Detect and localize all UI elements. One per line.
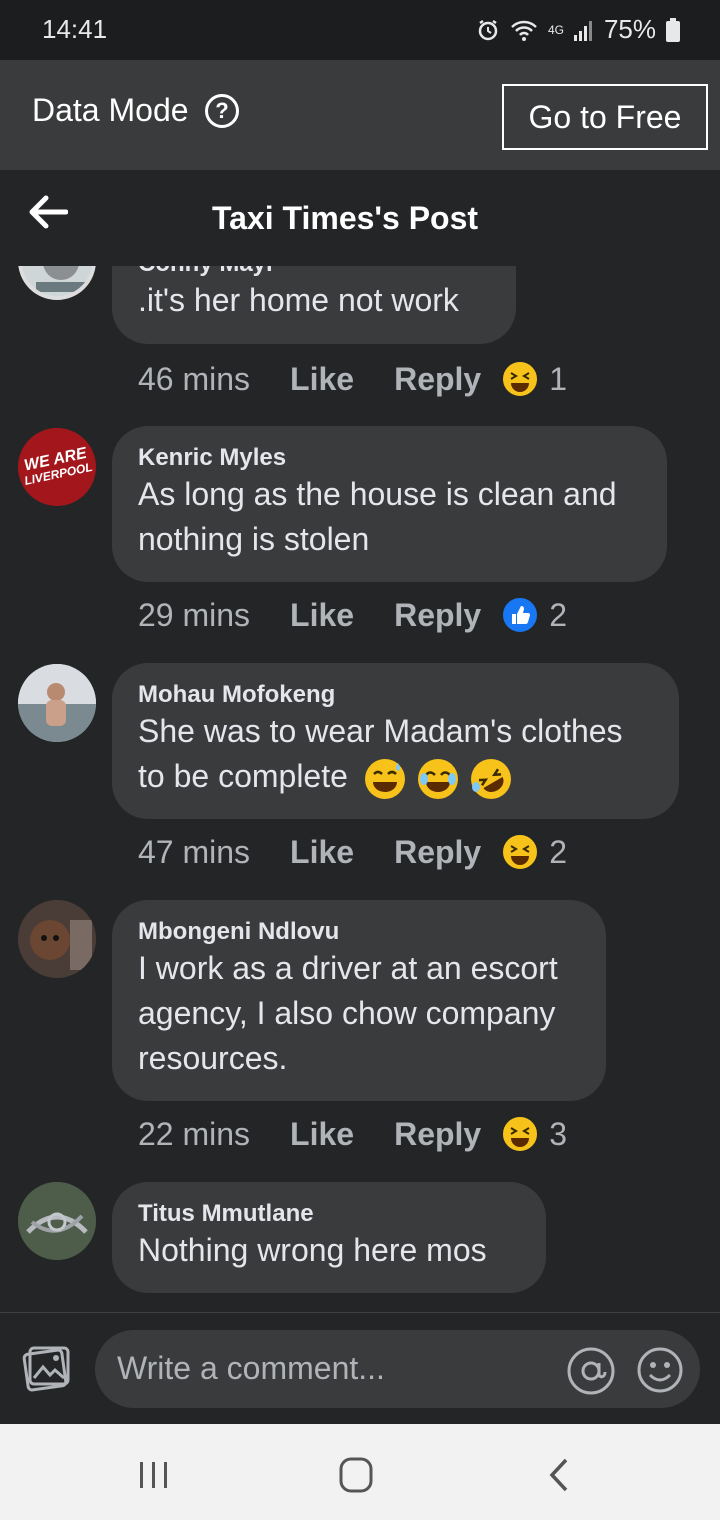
comment-text: .it's her home not work [138, 282, 459, 318]
comment-time: 47 mins [138, 833, 251, 870]
status-icons: 4G 75% [476, 14, 680, 45]
rolling-laughing-emoji-icon [470, 758, 511, 799]
emoji-icon[interactable] [636, 1346, 684, 1399]
comment-time: 29 mins [138, 596, 251, 633]
comment-author[interactable]: Conny Mayi [138, 266, 490, 278]
like-button[interactable]: Like [290, 361, 354, 398]
reply-button[interactable]: Reply [394, 361, 481, 398]
avatar-logo-text: WE ARE LIVERPOOL [22, 444, 94, 488]
comment-bubble: Titus Mmutlane Nothing wrong here mos [112, 1182, 546, 1293]
comment-author[interactable]: Mohau Mofokeng [138, 681, 653, 709]
reaction-count: 1 [549, 360, 568, 397]
avatar[interactable] [18, 900, 96, 978]
alarm-icon [476, 18, 500, 42]
comment-meta: 29 mins Like Reply 2 [138, 596, 567, 634]
comment-author[interactable]: Mbongeni Ndlovu [138, 918, 580, 946]
photo-icon[interactable] [20, 1342, 72, 1399]
comments-list[interactable]: Conny Mayi .it's her home not work 46 mi… [0, 266, 720, 1312]
comment-meta: 22 mins Like Reply 3 [138, 1115, 567, 1153]
sweat-smile-emoji-icon [364, 758, 405, 799]
comment-text-line: nothing is stolen [138, 521, 370, 557]
like-button[interactable]: Like [290, 597, 354, 634]
reaction-count: 2 [549, 833, 568, 870]
go-to-free-button[interactable]: Go to Free [502, 84, 708, 150]
comment-time: 22 mins [138, 1115, 251, 1152]
network-type-label: 4G [547, 22, 564, 37]
battery-icon [666, 17, 680, 42]
battery-percent: 75% [603, 14, 656, 44]
reaction-count: 3 [549, 1115, 568, 1152]
back-icon[interactable] [546, 1456, 570, 1499]
comment-time: 46 mins [138, 360, 251, 397]
avatar[interactable]: WE ARE LIVERPOOL [18, 428, 96, 506]
haha-reaction-icon[interactable] [501, 1115, 540, 1153]
like-reaction-icon[interactable] [501, 596, 540, 634]
reply-button[interactable]: Reply [394, 1116, 481, 1153]
comment-bubble: Mohau Mofokeng She was to wear Madam's c… [112, 663, 679, 819]
comment-meta: 46 mins Like Reply 1 [138, 360, 567, 398]
comment-text-line: I work as a driver at an escort [138, 950, 558, 986]
mention-icon[interactable] [566, 1346, 616, 1401]
wifi-icon [510, 18, 538, 42]
help-icon[interactable]: ? [205, 94, 239, 128]
recent-apps-icon[interactable] [138, 1460, 170, 1495]
tears-of-joy-emoji-icon [417, 758, 458, 799]
reaction-count: 2 [549, 596, 568, 633]
comment-bubble: Kenric Myles As long as the house is cle… [112, 426, 667, 582]
comment-author[interactable]: Kenric Myles [138, 444, 641, 472]
signal-icon [573, 19, 594, 41]
reply-button[interactable]: Reply [394, 834, 481, 871]
comment-meta: 47 mins Like Reply 2 [138, 833, 567, 871]
like-button[interactable]: Like [290, 1116, 354, 1153]
comment-input-placeholder: Write a comment... [117, 1350, 385, 1386]
comment-bubble: Mbongeni Ndlovu I work as a driver at an… [112, 900, 606, 1101]
haha-reaction-icon[interactable] [501, 833, 540, 871]
avatar[interactable] [18, 266, 96, 300]
comment-author[interactable]: Titus Mmutlane [138, 1200, 520, 1228]
comment-text-line: Nothing wrong here mos [138, 1232, 487, 1268]
comment-text-line: She was to wear Madam's clothes [138, 713, 623, 749]
status-bar: 14:41 4G 75% [0, 0, 720, 60]
reply-button[interactable]: Reply [394, 597, 481, 634]
comment-text-line: agency, I also chow company [138, 995, 556, 1031]
comment-bubble: Conny Mayi .it's her home not work [112, 266, 516, 344]
avatar[interactable] [18, 664, 96, 742]
like-button[interactable]: Like [290, 834, 354, 871]
data-mode-label: Data Mode [32, 92, 189, 128]
comment-text-line: As long as the house is clean and [138, 476, 617, 512]
home-icon[interactable] [338, 1456, 374, 1499]
avatar[interactable] [18, 1182, 96, 1260]
haha-reaction-icon[interactable] [501, 360, 540, 398]
comment-text-line: to be complete [138, 754, 653, 799]
page-title: Taxi Times's Post [211, 200, 479, 236]
comment-text-line: resources. [138, 1040, 288, 1076]
status-time: 14:41 [42, 14, 108, 44]
